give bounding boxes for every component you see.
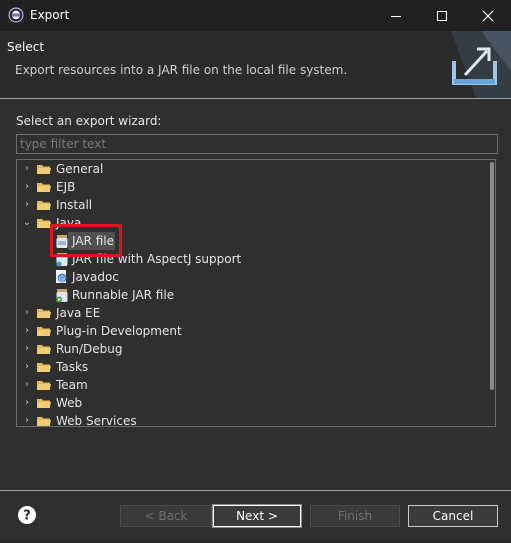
svg-text:?: ? bbox=[23, 509, 31, 524]
folder-icon bbox=[37, 201, 51, 210]
help-icon[interactable]: ? bbox=[17, 505, 37, 525]
svg-text:@: @ bbox=[59, 275, 66, 283]
header-divider bbox=[0, 98, 511, 99]
back-button[interactable]: < Back bbox=[120, 505, 212, 527]
next-button-label: Next > bbox=[236, 509, 278, 523]
tree-item-plugin-development[interactable]: › Plug-in Development bbox=[17, 322, 487, 340]
chevron-right-icon[interactable]: › bbox=[21, 415, 33, 426]
footer-divider bbox=[0, 490, 511, 491]
export-wizard-label: Select an export wizard: bbox=[16, 114, 162, 128]
back-button-label: < Back bbox=[144, 509, 188, 523]
window-title: Export bbox=[30, 8, 70, 22]
tree-item-label: Plug-in Development bbox=[56, 324, 182, 338]
folder-icon bbox=[37, 363, 51, 372]
folder-icon bbox=[37, 327, 51, 336]
tree-item-team[interactable]: › Team bbox=[17, 376, 487, 394]
chevron-right-icon[interactable]: › bbox=[21, 307, 33, 319]
tree-item-label: Runnable JAR file bbox=[72, 288, 175, 302]
wizard-tree[interactable]: › General › EJB › Install ⌄ Java JAR fil… bbox=[16, 159, 496, 427]
tree-scrollbar[interactable] bbox=[488, 160, 495, 426]
tree-item-label: Javadoc bbox=[72, 270, 119, 284]
tree-item-ejb[interactable]: › EJB bbox=[17, 178, 487, 196]
finish-button[interactable]: Finish bbox=[310, 505, 400, 527]
filter-input[interactable] bbox=[16, 134, 498, 154]
tree-item-web[interactable]: › Web bbox=[17, 394, 487, 412]
annotation-highlight-box bbox=[50, 224, 122, 257]
tree-item-label: Java EE bbox=[56, 306, 101, 320]
minimize-icon bbox=[391, 15, 401, 17]
folder-icon bbox=[37, 417, 51, 426]
tree-item-java-ee[interactable]: › Java EE bbox=[17, 304, 487, 322]
chevron-right-icon[interactable]: › bbox=[21, 361, 33, 373]
finish-button-label: Finish bbox=[337, 509, 373, 523]
maximize-button[interactable] bbox=[419, 0, 465, 31]
folder-icon bbox=[37, 309, 51, 318]
scrollbar-thumb[interactable] bbox=[490, 162, 494, 390]
page-description: Export resources into a JAR file on the … bbox=[15, 63, 348, 77]
chevron-right-icon[interactable]: › bbox=[21, 199, 33, 211]
wizard-header: Select Export resources into a JAR file … bbox=[0, 31, 511, 99]
folder-icon bbox=[37, 399, 51, 408]
runnable-jar-icon bbox=[56, 289, 68, 303]
tree-item-label: General bbox=[56, 162, 104, 176]
title-bar[interactable]: Export bbox=[0, 0, 511, 31]
javadoc-icon: @ bbox=[56, 270, 67, 283]
chevron-down-icon[interactable]: ⌄ bbox=[21, 217, 33, 229]
folder-icon bbox=[37, 381, 51, 390]
folder-icon bbox=[37, 183, 51, 192]
tree-item-run-debug[interactable]: › Run/Debug bbox=[17, 340, 487, 358]
chevron-right-icon[interactable]: › bbox=[21, 397, 33, 409]
tree-item-runnable-jar[interactable]: Runnable JAR file bbox=[17, 286, 487, 304]
tree-item-label: Web bbox=[56, 396, 83, 410]
tree-item-label: Web Services bbox=[56, 414, 137, 427]
tree-item-label: Team bbox=[56, 378, 88, 392]
chevron-right-icon[interactable]: › bbox=[21, 343, 33, 355]
chevron-right-icon[interactable]: › bbox=[21, 325, 33, 337]
eclipse-app-icon bbox=[8, 7, 24, 23]
tree-item-general[interactable]: › General bbox=[17, 160, 487, 178]
tree-item-label: Tasks bbox=[56, 360, 89, 374]
tree-item-label: Install bbox=[56, 198, 93, 212]
tree-item-web-services[interactable]: › Web Services bbox=[17, 412, 487, 427]
tree-item-javadoc[interactable]: @ Javadoc bbox=[17, 268, 487, 286]
maximize-icon bbox=[437, 10, 447, 21]
close-icon bbox=[482, 10, 494, 21]
chevron-right-icon[interactable]: › bbox=[21, 379, 33, 391]
folder-icon bbox=[37, 345, 51, 354]
header-banner bbox=[381, 31, 511, 98]
minimize-button[interactable] bbox=[373, 0, 419, 31]
next-button[interactable]: Next > bbox=[212, 504, 302, 528]
cancel-button-label: Cancel bbox=[432, 509, 474, 523]
close-button[interactable] bbox=[465, 0, 511, 31]
folder-icon bbox=[37, 165, 51, 174]
tree-item-label: Run/Debug bbox=[56, 342, 123, 356]
export-icon bbox=[452, 47, 497, 85]
chevron-right-icon[interactable]: › bbox=[21, 163, 33, 175]
tree-item-tasks[interactable]: › Tasks bbox=[17, 358, 487, 376]
chevron-right-icon[interactable]: › bbox=[21, 181, 33, 193]
cancel-button[interactable]: Cancel bbox=[408, 505, 498, 527]
tree-item-install[interactable]: › Install bbox=[17, 196, 487, 214]
page-title: Select bbox=[7, 40, 45, 54]
tree-item-label: EJB bbox=[56, 180, 76, 194]
